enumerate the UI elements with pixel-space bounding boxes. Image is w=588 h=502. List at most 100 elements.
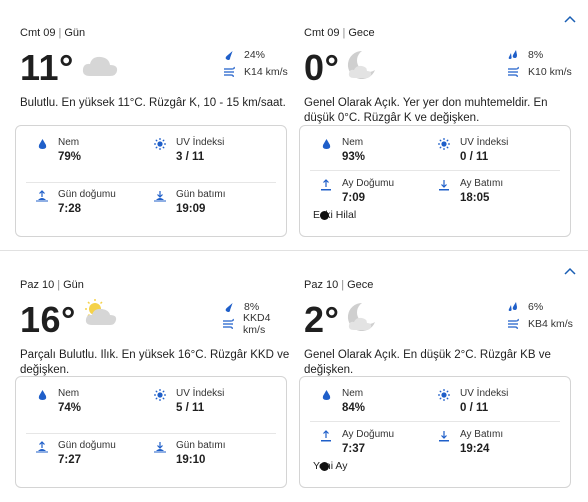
raindrops-icon [506, 300, 520, 314]
forecast-description: Genel Olarak Açık. En düşük 2°C. Rüzgâr … [304, 349, 551, 376]
precip-value: 8% [528, 48, 544, 61]
sunset-icon [154, 190, 166, 202]
period-header: Paz 10 | Gün [20, 279, 84, 291]
temperature: 11° [20, 47, 74, 88]
details-card: Nem 74% UV İndeksi 5 / 11 Gün doğumu 7:2… [15, 376, 287, 488]
moonrise-value: 7:09 [342, 192, 366, 204]
uv-label: UV İndeksi [460, 388, 509, 399]
raindrop-icon [222, 48, 236, 62]
uv-label: UV İndeksi [460, 137, 509, 148]
humidity-drop-icon [36, 389, 48, 401]
wind-icon [222, 65, 236, 79]
moon-phase-icon [320, 461, 329, 471]
sunrise-value: 7:28 [58, 203, 82, 215]
moon-phase-icon [320, 210, 329, 220]
day-column: Paz 10 | Gün 16° 8% KKD4 km/s Parçalı Bulu… [20, 278, 292, 377]
wind-value: KKD4 km/s [243, 311, 271, 336]
wind-icon [222, 317, 235, 331]
period-header: Paz 10 | Gece [304, 279, 374, 291]
moonset-icon [438, 179, 450, 191]
humidity-label: Nem [342, 388, 364, 399]
forecast-day-section: Paz 10 | Gün 16° 8% KKD4 km/s Parçalı Bulu… [0, 251, 588, 502]
weather-metrics: 24% K14 km/s [222, 46, 292, 80]
precip-value: 6% [528, 300, 544, 313]
date-label: Paz 10 [20, 279, 55, 291]
collapse-chevron-icon[interactable] [562, 264, 578, 278]
humidity-label: Nem [58, 388, 80, 399]
wind-value: KB4 km/s [528, 317, 573, 330]
sunset-label: Gün batımı [176, 440, 226, 451]
period-label: Gece [347, 279, 374, 291]
wind-value: K14 km/s [244, 65, 288, 78]
period-label: Gece [348, 27, 375, 39]
moonset-value: 19:24 [460, 443, 490, 455]
date-label: Paz 10 [304, 279, 339, 291]
humidity-label: Nem [58, 137, 80, 148]
period-label: Gün [64, 27, 86, 39]
moon-cloud-icon [342, 48, 378, 87]
sunset-value: 19:10 [176, 454, 206, 466]
raindrops-icon [506, 48, 520, 62]
uv-label: UV İndeksi [176, 137, 225, 148]
humidity-drop-icon [36, 138, 48, 150]
uv-sun-icon [438, 138, 450, 150]
forecast-day-section: Cmt 09 | Gün 11° 24% K14 km/s Bulutlu. En … [0, 0, 588, 250]
period-label: Gün [63, 279, 84, 291]
uv-value: 0 / 11 [460, 402, 489, 414]
moonrise-value: 7:37 [342, 443, 366, 455]
details-card: Nem 93% UV İndeksi 0 / 11 Ay Doğumu 7:09… [299, 125, 571, 237]
humidity-value: 93% [342, 151, 366, 163]
wind-icon [506, 65, 520, 79]
humidity-value: 84% [342, 402, 366, 414]
humidity-drop-icon [320, 138, 332, 150]
moonrise-label: Ay Doğumu [342, 429, 395, 440]
humidity-value: 74% [58, 402, 82, 414]
details-card: Nem 84% UV İndeksi 0 / 11 Ay Doğumu 7:37… [299, 376, 571, 488]
partly-cloudy-icon [80, 298, 120, 333]
temperature: 2° [304, 299, 340, 340]
humidity-drop-icon [320, 389, 332, 401]
uv-value: 0 / 11 [460, 151, 489, 163]
night-column: Cmt 09 | Gece 0° 8% K10 km/s Genel Olarak … [304, 26, 576, 125]
uv-sun-icon [154, 138, 166, 150]
raindrop-icon [222, 300, 236, 314]
humidity-value: 79% [58, 151, 82, 163]
sunrise-label: Gün doğumu [58, 440, 116, 451]
night-column: Paz 10 | Gece 2° 6% KB4 km/s Genel Olarak … [304, 278, 576, 377]
date-label: Cmt 09 [304, 27, 340, 39]
moon-phase-label: Yeni Ay [313, 460, 348, 472]
details-card: Nem 79% UV İndeksi 3 / 11 Gün doğumu 7:2… [15, 125, 287, 237]
uv-sun-icon [154, 389, 166, 401]
weather-metrics: 8% KKD4 km/s [222, 298, 292, 336]
sunset-value: 19:09 [176, 203, 206, 215]
moonset-label: Ay Batımı [460, 178, 504, 189]
period-header: Cmt 09 | Gece [304, 27, 375, 39]
forecast-description: Bulutlu. En yüksek 11°C. Rüzgâr K, 10 - … [20, 97, 286, 109]
sunset-label: Gün batımı [176, 189, 226, 200]
moon-phase: Eski Hilal [313, 209, 356, 221]
cloud-icon [80, 52, 120, 85]
period-header: Cmt 09 | Gün [20, 27, 86, 39]
moon-cloud-icon [342, 300, 378, 339]
sunrise-label: Gün doğumu [58, 189, 116, 200]
sunset-icon [154, 441, 166, 453]
sunrise-value: 7:27 [58, 454, 82, 466]
forecast-description: Genel Olarak Açık. Yer yer don muhtemeld… [304, 97, 548, 124]
forecast-description: Parçalı Bulutlu. Ilık. En yüksek 16°C. R… [20, 349, 290, 376]
uv-sun-icon [438, 389, 450, 401]
moonrise-icon [320, 430, 332, 442]
uv-value: 5 / 11 [176, 402, 205, 414]
date-label: Cmt 09 [20, 27, 56, 39]
humidity-label: Nem [342, 137, 364, 148]
moonset-label: Ay Batımı [460, 429, 504, 440]
precip-value: 24% [244, 48, 266, 61]
day-column: Cmt 09 | Gün 11° 24% K14 km/s Bulutlu. En … [20, 26, 292, 111]
wind-icon [506, 317, 520, 331]
moonrise-label: Ay Doğumu [342, 178, 395, 189]
moon-phase: Yeni Ay [313, 460, 347, 472]
weather-metrics: 6% KB4 km/s [506, 298, 576, 332]
sunrise-icon [36, 441, 48, 453]
temperature: 16° [20, 299, 76, 340]
moonset-value: 18:05 [460, 192, 490, 204]
collapse-chevron-icon[interactable] [562, 12, 578, 26]
